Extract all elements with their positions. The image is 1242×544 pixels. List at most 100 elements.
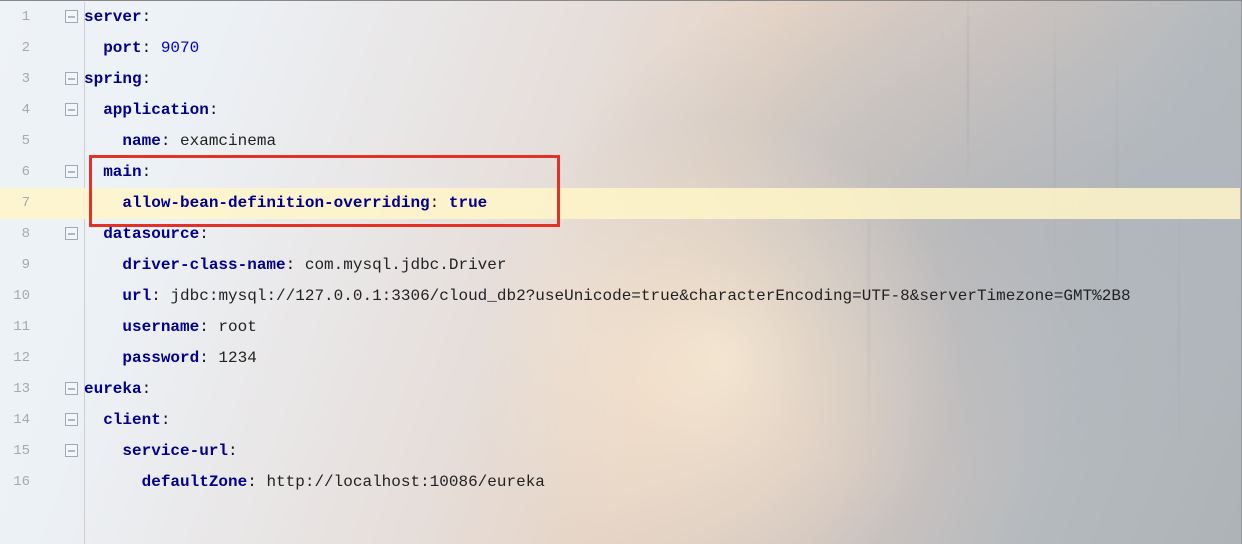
code-line[interactable]: 9 driver-class-name: com.mysql.jdbc.Driv… [0,249,1241,280]
fold-gutter [38,32,84,63]
indent [84,39,103,57]
fold-gutter [38,342,84,373]
yaml-colon: : [228,442,238,460]
yaml-key: server [84,8,142,26]
code-line[interactable]: 2 port: 9070 [0,32,1241,63]
indent [84,256,122,274]
yaml-colon: : [430,194,440,212]
indent [84,132,122,150]
yaml-key: main [103,163,141,181]
fold-toggle-icon[interactable] [65,165,78,178]
code-line[interactable]: 3spring: [0,63,1241,94]
code-text[interactable]: service-url: [84,442,238,460]
fold-gutter[interactable] [38,404,84,435]
code-line[interactable]: 11 username: root [0,311,1241,342]
fold-gutter [38,125,84,156]
yaml-key: password [122,349,199,367]
indent [84,287,122,305]
yaml-colon: : [199,225,209,243]
code-line[interactable]: 6 main: [0,156,1241,187]
code-text[interactable]: application: [84,101,218,119]
code-text[interactable]: username: root [84,318,257,336]
yaml-colon: : [142,380,152,398]
code-text[interactable]: name: examcinema [84,132,276,150]
yaml-colon: : [142,39,152,57]
fold-gutter[interactable] [38,373,84,404]
fold-gutter[interactable] [38,435,84,466]
yaml-colon: : [247,473,257,491]
indent [84,411,103,429]
fold-gutter[interactable] [38,94,84,125]
yaml-colon: : [161,132,171,150]
fold-gutter[interactable] [38,1,84,32]
code-line[interactable]: 8 datasource: [0,218,1241,249]
code-text[interactable]: main: [84,163,151,181]
fold-gutter[interactable] [38,218,84,249]
fold-toggle-icon[interactable] [65,227,78,240]
code-line[interactable]: 14 client: [0,404,1241,435]
indent [84,194,122,212]
code-line[interactable]: 1 server: [0,1,1241,32]
line-number: 12 [0,350,38,366]
code-text[interactable]: url: jdbc:mysql://127.0.0.1:3306/cloud_d… [84,287,1131,305]
code-text[interactable]: driver-class-name: com.mysql.jdbc.Driver [84,256,506,274]
fold-gutter[interactable] [38,156,84,187]
code-editor[interactable]: 1server:2 port: 90703spring:4 applicatio… [0,0,1242,544]
yaml-value: com.mysql.jdbc.Driver [295,256,506,274]
yaml-key: application [103,101,209,119]
line-number: 8 [0,226,38,242]
line-number: 14 [0,412,38,428]
fold-gutter [38,311,84,342]
code-content[interactable]: 1server:2 port: 90703spring:4 applicatio… [0,1,1241,497]
line-number: 10 [0,288,38,304]
yaml-colon: : [199,349,209,367]
indent [84,473,142,491]
code-line[interactable]: 5 name: examcinema [0,125,1241,156]
yaml-key: service-url [122,442,228,460]
code-line[interactable]: 13eureka: [0,373,1241,404]
yaml-key: datasource [103,225,199,243]
code-line[interactable]: 12 password: 1234 [0,342,1241,373]
code-text[interactable]: client: [84,411,170,429]
yaml-key: username [122,318,199,336]
yaml-colon: : [161,411,171,429]
fold-gutter[interactable] [38,63,84,94]
fold-toggle-icon[interactable] [65,103,78,116]
fold-toggle-icon[interactable] [65,413,78,426]
fold-gutter [38,187,84,218]
yaml-value: http://localhost:10086/eureka [257,473,545,491]
code-text[interactable]: port: 9070 [84,39,199,57]
code-line[interactable]: 10 url: jdbc:mysql://127.0.0.1:3306/clou… [0,280,1241,311]
line-number: 4 [0,102,38,118]
code-text[interactable]: datasource: [84,225,209,243]
yaml-value: jdbc:mysql://127.0.0.1:3306/cloud_db2?us… [161,287,1131,305]
fold-gutter [38,249,84,280]
fold-toggle-icon[interactable] [65,72,78,85]
code-text[interactable]: allow-bean-definition-overriding: true [84,194,487,212]
yaml-key: spring [84,70,142,88]
code-text[interactable]: defaultZone: http://localhost:10086/eure… [84,473,545,491]
code-line[interactable]: 16 defaultZone: http://localhost:10086/e… [0,466,1241,497]
yaml-value: 1234 [209,349,257,367]
code-line[interactable]: 7 allow-bean-definition-overriding: true [0,187,1241,218]
line-number: 15 [0,443,38,459]
yaml-key: client [103,411,161,429]
line-number: 11 [0,319,38,335]
yaml-key: port [103,39,141,57]
yaml-key: name [122,132,160,150]
yaml-colon: : [199,318,209,336]
code-line[interactable]: 4 application: [0,94,1241,125]
fold-gutter [38,280,84,311]
line-number: 16 [0,474,38,490]
fold-toggle-icon[interactable] [65,382,78,395]
fold-toggle-icon[interactable] [65,444,78,457]
yaml-key: defaultZone [142,473,248,491]
code-line[interactable]: 15 service-url: [0,435,1241,466]
code-text[interactable]: eureka: [84,380,151,398]
yaml-key: driver-class-name [122,256,285,274]
fold-toggle-icon[interactable] [65,10,78,23]
line-number: 1 [0,9,38,25]
code-text[interactable]: server: [84,8,151,26]
code-text[interactable]: spring: [84,70,151,88]
code-text[interactable]: password: 1234 [84,349,257,367]
